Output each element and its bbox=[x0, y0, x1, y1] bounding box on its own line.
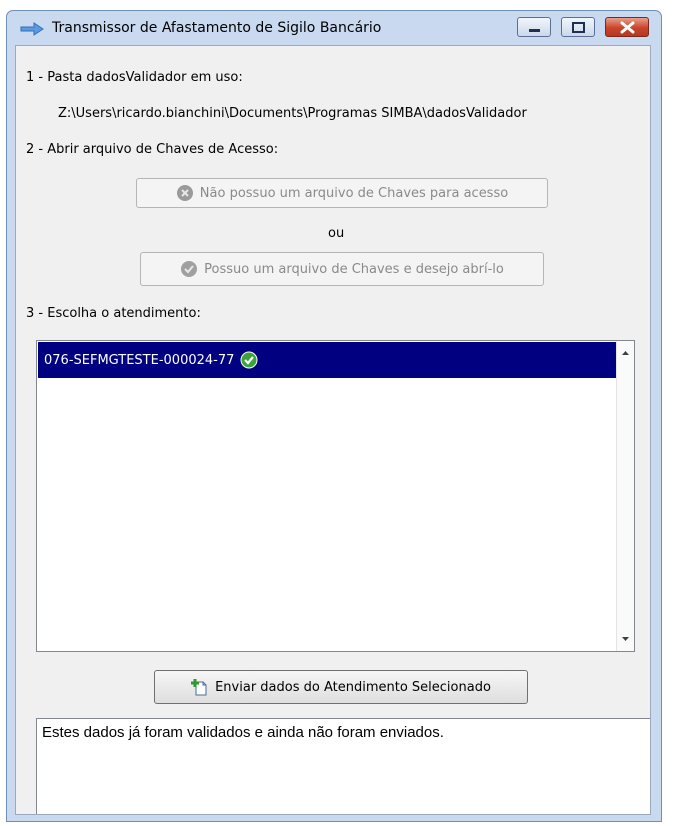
list-scrollbar[interactable] bbox=[616, 341, 634, 651]
no-key-file-button[interactable]: Não possuo um arquivo de Chaves para ace… bbox=[136, 178, 548, 208]
client-area: 1 - Pasta dadosValidador em uso: Z:\User… bbox=[15, 45, 651, 815]
app-window: Transmissor de Afastamento de Sigilo Ban… bbox=[6, 10, 662, 822]
open-key-file-label: Possuo um arquivo de Chaves e desejo abr… bbox=[204, 261, 504, 277]
close-button[interactable] bbox=[605, 17, 649, 37]
status-message-box[interactable]: Estes dados já foram validados e ainda n… bbox=[36, 718, 650, 814]
close-icon bbox=[620, 21, 635, 34]
step3-label: 3 - Escolha o atendimento: bbox=[26, 306, 201, 321]
send-data-label: Enviar dados do Atendimento Selecionado bbox=[215, 679, 491, 695]
window-title: Transmissor de Afastamento de Sigilo Ban… bbox=[52, 20, 382, 36]
or-text: ou bbox=[328, 226, 345, 241]
new-document-icon bbox=[191, 679, 207, 696]
restore-icon bbox=[572, 22, 585, 33]
title-bar[interactable]: Transmissor de Afastamento de Sigilo Ban… bbox=[7, 11, 661, 47]
scroll-up-icon[interactable] bbox=[617, 345, 634, 362]
check-circle-icon bbox=[181, 261, 198, 277]
open-key-file-button[interactable]: Possuo um arquivo de Chaves e desejo abr… bbox=[140, 252, 544, 286]
scroll-down-icon[interactable] bbox=[617, 630, 634, 647]
folder-path: Z:\Users\ricardo.bianchini\Documents\Pro… bbox=[58, 106, 527, 121]
step2-label: 2 - Abrir arquivo de Chaves de Acesso: bbox=[26, 142, 279, 157]
step1-label: 1 - Pasta dadosValidador em uso: bbox=[26, 70, 243, 85]
send-data-button[interactable]: Enviar dados do Atendimento Selecionado bbox=[154, 670, 528, 704]
no-key-file-label: Não possuo um arquivo de Chaves para ace… bbox=[199, 185, 509, 201]
cancel-circle-icon bbox=[176, 185, 193, 201]
maximize-button[interactable] bbox=[561, 17, 595, 37]
status-message: Estes dados já foram validados e ainda n… bbox=[42, 724, 444, 741]
minimize-button[interactable] bbox=[517, 17, 551, 37]
atendimento-list[interactable]: 076-SEFMGTESTE-000024-77 bbox=[36, 340, 635, 652]
minimize-icon bbox=[529, 29, 540, 32]
check-circle-icon bbox=[240, 351, 258, 369]
list-item[interactable]: 076-SEFMGTESTE-000024-77 bbox=[38, 342, 616, 378]
arrow-right-icon bbox=[20, 22, 44, 36]
list-item-text: 076-SEFMGTESTE-000024-77 bbox=[44, 352, 235, 368]
